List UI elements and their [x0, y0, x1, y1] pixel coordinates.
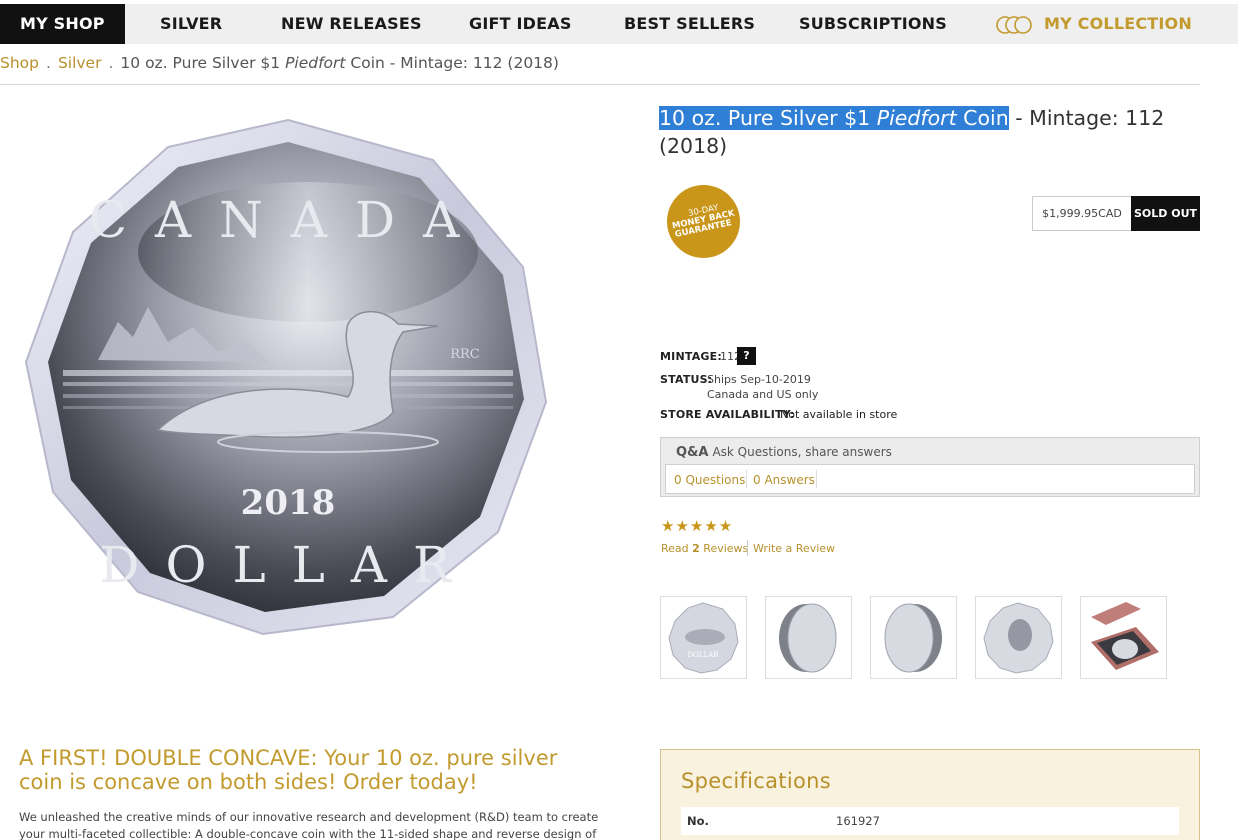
qa-tag: Q&A [676, 445, 709, 460]
breadcrumb-current-rest: Coin - Mintage: 112 (2018) [345, 54, 559, 72]
coins-icon[interactable] [995, 15, 1037, 35]
coin-mark: RRC [450, 347, 480, 362]
store-value-text: Not available in store [780, 408, 898, 421]
specifications-title: Specifications [681, 769, 831, 793]
status-line: Canada and US only [707, 388, 819, 401]
status-value-2: Canada and US only [707, 388, 818, 401]
coin-legend-top: CANADA [89, 191, 487, 249]
mintage-label: MINTAGE: [660, 350, 722, 363]
breadcrumb-current-text: 10 oz. Pure Silver $1 [120, 54, 286, 72]
mintage-help-button[interactable]: ? [737, 347, 756, 365]
product-image[interactable]: CANADA 2018 DOLLAR RRC [18, 112, 558, 642]
title-text-end: Coin [956, 106, 1009, 130]
breadcrumb: Shop. Silver. 10 oz. Pure Silver $1 Piedfo… [0, 54, 559, 72]
breadcrumb-current-italic: Piedfort [285, 54, 346, 72]
thumbnail-coin-obverse[interactable] [975, 596, 1062, 679]
store-value: Not available in store [780, 408, 897, 421]
promo-body: We unleashed the creative minds of our i… [19, 810, 599, 840]
top-nav: MY SHOP SILVER NEW RELEASES GIFT IDEAS B… [0, 4, 1238, 44]
thumbnail-coin-edge-right[interactable] [870, 596, 957, 679]
title-italic: Piedfort [876, 106, 957, 130]
store-label: STORE AVAILABILITY: [660, 408, 795, 421]
status-value: Ships Sep-10-2019 [707, 373, 811, 386]
qa-panel: Q&A Ask Questions, share answers 0 Questi… [660, 437, 1200, 497]
status-line: Ships Sep-10-2019 [707, 373, 811, 386]
divider [747, 540, 748, 556]
breadcrumb-silver[interactable]: Silver [58, 54, 102, 72]
answers-link[interactable]: 0 Answers [753, 473, 815, 487]
breadcrumb-shop[interactable]: Shop [0, 54, 39, 72]
read-reviews-text-end: Reviews [699, 542, 749, 555]
price: $1,999.95CAD [1032, 196, 1132, 231]
divider [746, 470, 747, 488]
coin-year: 2018 [241, 483, 336, 523]
breadcrumb-separator: . [108, 54, 114, 72]
write-review-link[interactable]: Write a Review [753, 542, 835, 555]
mintage-row: MINTAGE: [660, 350, 722, 363]
spec-label: No. [687, 814, 709, 828]
coin-legend-bottom: DOLLAR [99, 536, 476, 594]
review-count: 2 [692, 542, 700, 555]
read-reviews-text: Read [661, 542, 693, 555]
sold-out-button[interactable]: SOLD OUT [1131, 196, 1200, 231]
title-selected: 10 oz. Pure Silver $1 Piedfort Coin [659, 106, 1009, 130]
svg-text:DOLLAR: DOLLAR [688, 651, 720, 659]
store-row: STORE AVAILABILITY: [660, 408, 795, 421]
rating-stars[interactable]: ★★★★★ [661, 517, 733, 535]
questions-link[interactable]: 0 Questions [674, 473, 745, 487]
status-label: STATUS: [660, 373, 713, 386]
qa-subtitle: Ask Questions, share answers [712, 445, 892, 459]
qa-header: Q&A Ask Questions, share answers [676, 445, 892, 460]
promo-heading: A FIRST! DOUBLE CONCAVE: Your 10 oz. pur… [19, 746, 558, 794]
title-text: 10 oz. Pure Silver $1 [659, 106, 877, 130]
thumbnail-coin-in-case[interactable] [1080, 596, 1167, 679]
nav-my-collection[interactable]: MY COLLECTION [1044, 4, 1192, 44]
breadcrumb-current: 10 oz. Pure Silver $1 Piedfort Coin - Mi… [120, 54, 559, 72]
nav-gift-ideas[interactable]: GIFT IDEAS [469, 4, 572, 44]
nav-my-shop[interactable]: MY SHOP [0, 4, 125, 44]
divider [816, 470, 817, 488]
spec-row: No. 161927 [681, 807, 1179, 835]
thumbnail-coin-reverse[interactable]: DOLLAR [660, 596, 747, 679]
nav-new-releases[interactable]: NEW RELEASES [281, 4, 422, 44]
guarantee-badge: 30-DAY MONEY BACK GUARANTEE [667, 185, 740, 258]
thumbnail-coin-edge-left[interactable] [765, 596, 852, 679]
specifications-panel: Specifications No. 161927 [660, 749, 1200, 840]
divider [0, 84, 1200, 85]
qa-links: 0 Questions 0 Answers [665, 464, 1195, 494]
breadcrumb-separator: . [46, 54, 51, 72]
spec-value: 161927 [836, 814, 880, 828]
nav-subscriptions[interactable]: SUBSCRIPTIONS [799, 4, 947, 44]
product-title: 10 oz. Pure Silver $1 Piedfort Coin - Mi… [659, 104, 1199, 160]
status-row: STATUS: [660, 373, 712, 386]
nav-best-sellers[interactable]: BEST SELLERS [624, 4, 755, 44]
read-reviews-link[interactable]: Read 2 Reviews [661, 542, 748, 555]
nav-silver[interactable]: SILVER [160, 4, 222, 44]
